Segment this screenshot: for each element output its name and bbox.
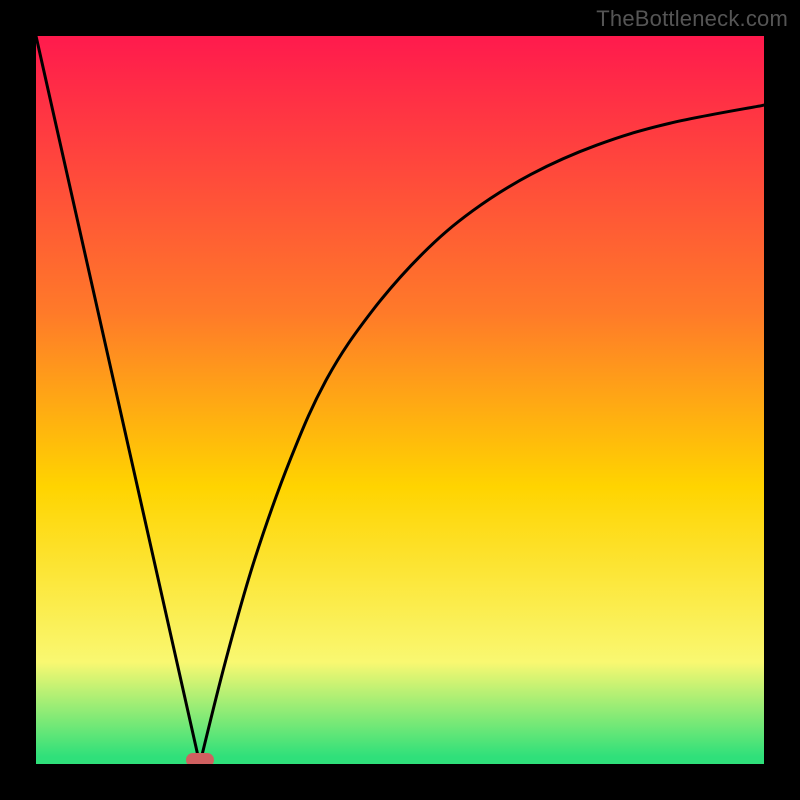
watermark-text: TheBottleneck.com — [596, 6, 788, 32]
plot-svg — [36, 36, 764, 764]
gradient-background — [36, 36, 764, 764]
optimum-marker — [186, 753, 214, 764]
chart-frame: TheBottleneck.com — [0, 0, 800, 800]
plot-area — [36, 36, 764, 764]
